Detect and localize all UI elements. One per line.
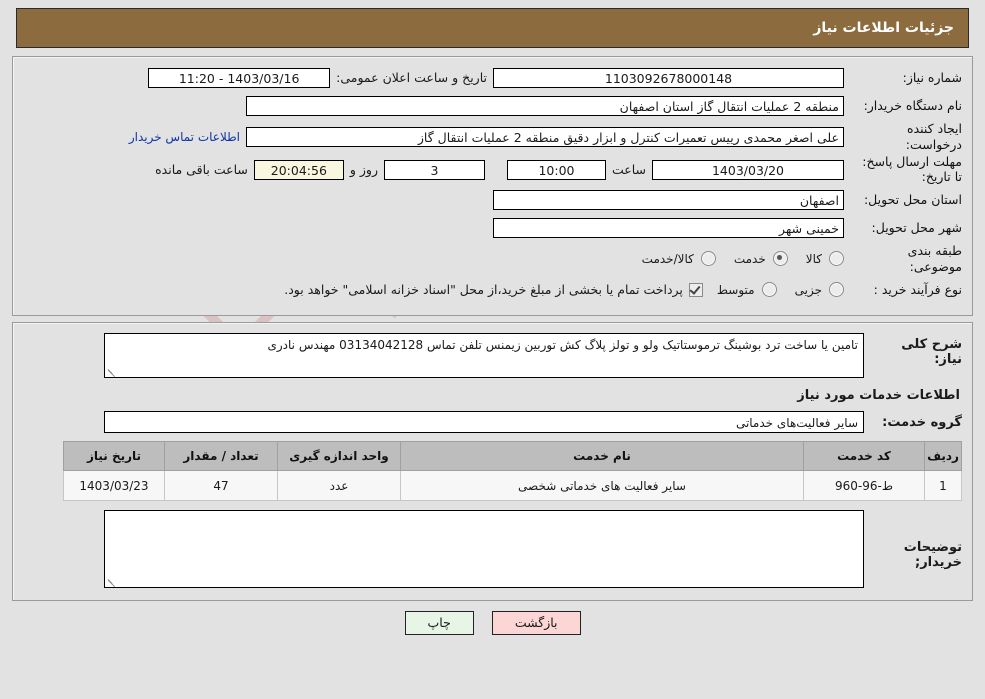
print-button[interactable]: چاپ xyxy=(404,611,474,636)
page-header-bar: جزئیات اطلاعات نیاز xyxy=(16,8,969,48)
cell-unit: عدد xyxy=(277,470,401,502)
province-label: استان محل تحویل: xyxy=(863,191,962,207)
process-radio-motavaset[interactable] xyxy=(761,282,777,298)
category-label: طبقه بندی موضوعی: xyxy=(907,243,962,274)
need-details-panel: شرح کلی نیاز: تامین یا ساخت ترد بوشینگ ت… xyxy=(12,322,973,602)
resize-grip-icon[interactable] xyxy=(107,366,117,378)
col-header-radif: ردیف xyxy=(924,441,962,472)
page-root: جزئیات اطلاعات نیاز شماره نیاز: 11030926… xyxy=(0,8,985,636)
category-radio-group: کالا خدمت کالا/خدمت xyxy=(628,251,844,267)
remaining-days-field[interactable]: 3 xyxy=(383,159,485,180)
need-description-text: تامین یا ساخت ترد بوشینگ ترموستاتیک ولو … xyxy=(267,338,858,353)
publish-datetime-field[interactable]: 1403/03/16 - 11:20 xyxy=(148,67,331,88)
need-info-panel: شماره نیاز: 1103092678000148 تاریخ و ساع… xyxy=(12,56,973,317)
buyer-notes-label: توضیحات خریدار; xyxy=(903,540,962,571)
service-group-label: گروه خدمت: xyxy=(882,414,962,430)
service-group-field[interactable]: سایر فعالیت‌های خدماتی xyxy=(104,411,864,434)
treasury-checkbox[interactable] xyxy=(688,282,703,297)
row-service-group: گروه خدمت: سایر فعالیت‌های خدماتی xyxy=(23,411,962,434)
process-label-motavaset: متوسط xyxy=(716,282,755,297)
row-process-type: نوع فرآیند خرید : جزیی متوسط پرداخت تمام… xyxy=(23,277,962,302)
category-radio-kala-khedmat[interactable] xyxy=(700,251,716,267)
row-deadline: مهلت ارسال پاسخ: تا تاریخ: 1403/03/20 سا… xyxy=(23,155,962,184)
cell-code: ط-96-960 xyxy=(803,470,925,502)
category-label-khedmat: خدمت xyxy=(733,251,766,266)
need-number-label: شماره نیاز: xyxy=(902,69,962,85)
cell-quantity: 47 xyxy=(164,470,278,502)
action-button-bar: بازگشت چاپ xyxy=(0,611,985,636)
creator-label: ایجاد کننده درخواست: xyxy=(905,121,962,152)
category-label-kala-khedmat: کالا/خدمت xyxy=(641,251,694,266)
days-separator-label: روز و xyxy=(349,162,378,178)
category-radio-khedmat[interactable] xyxy=(772,251,788,267)
col-header-code: کد خدمت xyxy=(803,441,925,472)
city-label: شهر محل تحویل: xyxy=(871,219,962,235)
buyer-org-field[interactable]: منطقه 2 عملیات انتقال گاز استان اصفهان xyxy=(246,95,844,116)
page-title: جزئیات اطلاعات نیاز xyxy=(813,20,954,36)
need-description-textarea[interactable]: تامین یا ساخت ترد بوشینگ ترموستاتیک ولو … xyxy=(104,333,864,379)
need-number-field[interactable]: 1103092678000148 xyxy=(493,67,844,88)
resize-grip-icon[interactable] xyxy=(107,576,117,588)
cell-name: سایر فعالیت های خدماتی شخصی xyxy=(400,470,804,502)
row-need-description: شرح کلی نیاز: تامین یا ساخت ترد بوشینگ ت… xyxy=(23,333,962,379)
need-description-label: شرح کلی نیاز: xyxy=(901,337,962,368)
category-label-kala: کالا xyxy=(805,251,822,266)
col-header-date: تاریخ نیاز xyxy=(63,441,165,472)
row-need-number: شماره نیاز: 1103092678000148 تاریخ و ساع… xyxy=(23,65,962,90)
row-creator: ایجاد کننده درخواست: علی اصغر محمدی رییس… xyxy=(23,121,962,152)
process-label: نوع فرآیند خرید : xyxy=(873,281,962,297)
buyer-contact-link[interactable]: اطلاعات تماس خریدار xyxy=(123,130,246,144)
row-city: شهر محل تحویل: خمینی شهر xyxy=(23,215,962,240)
deadline-hour-field[interactable]: 10:00 xyxy=(506,159,606,180)
table-row: 1 ط-96-960 سایر فعالیت های خدماتی شخصی ع… xyxy=(63,470,962,502)
cell-radif: 1 xyxy=(924,470,962,502)
deadline-label: مهلت ارسال پاسخ: تا تاریخ: xyxy=(862,154,962,184)
treasury-note: پرداخت تمام یا بخشی از مبلغ خرید،از محل … xyxy=(284,282,683,298)
table-header-row: ردیف کد خدمت نام خدمت واحد اندازه گیری ت… xyxy=(63,441,962,472)
col-header-name: نام خدمت xyxy=(400,441,804,472)
process-radio-group: جزیی متوسط xyxy=(703,282,844,298)
hour-label: ساعت xyxy=(611,162,646,178)
process-radio-jozee[interactable] xyxy=(829,282,844,298)
remaining-label: ساعت باقی مانده xyxy=(155,162,248,178)
cell-date: 1403/03/23 xyxy=(63,470,165,502)
col-header-unit: واحد اندازه گیری xyxy=(277,441,401,472)
category-radio-kala[interactable] xyxy=(829,251,844,267)
row-buyer-notes: توضیحات خریدار; xyxy=(23,510,962,589)
deadline-date-field[interactable]: 1403/03/20 xyxy=(652,159,844,180)
countdown-timer-field: 20:04:56 xyxy=(253,159,344,180)
row-category: طبقه بندی موضوعی: کالا خدمت کالا/خدمت xyxy=(23,243,962,274)
services-table: ردیف کد خدمت نام خدمت واحد اندازه گیری ت… xyxy=(63,441,962,502)
publish-datetime-label: تاریخ و ساعت اعلان عمومی: xyxy=(336,70,487,85)
buyer-org-label: نام دستگاه خریدار: xyxy=(863,97,962,113)
process-label-jozee: جزیی xyxy=(794,282,822,297)
city-field[interactable]: خمینی شهر xyxy=(493,217,844,238)
row-buyer-org: نام دستگاه خریدار: منطقه 2 عملیات انتقال… xyxy=(23,93,962,118)
buyer-notes-textarea[interactable] xyxy=(104,510,864,589)
creator-field[interactable]: علی اصغر محمدی رییس تعمیرات کنترل و ابزا… xyxy=(246,126,844,147)
row-province: استان محل تحویل: اصفهان xyxy=(23,187,962,212)
province-field[interactable]: اصفهان xyxy=(493,189,844,210)
col-header-quantity: تعداد / مقدار xyxy=(164,441,278,472)
services-section-title: اطلاعات خدمات مورد نیاز xyxy=(797,388,960,404)
back-button[interactable]: بازگشت xyxy=(491,611,581,636)
